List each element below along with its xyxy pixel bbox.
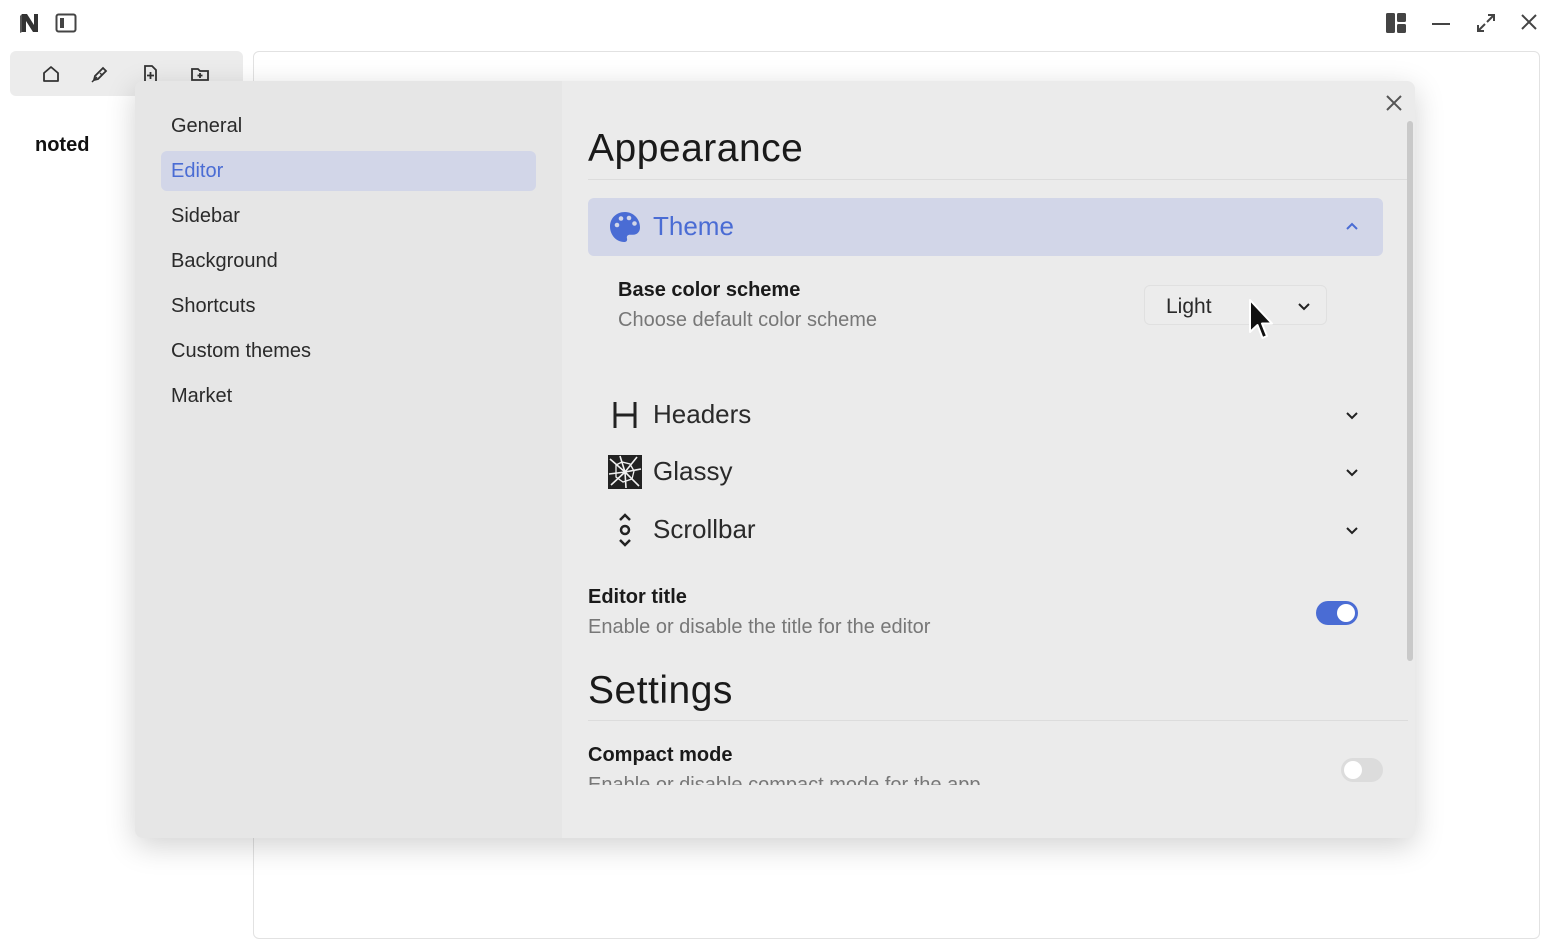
- chevron-down-icon: [1343, 463, 1361, 481]
- scrollbar-accordion[interactable]: Scrollbar: [588, 501, 1383, 559]
- settings-modal: General Editor Sidebar Background Shortc…: [135, 81, 1415, 838]
- theme-label: Theme: [653, 211, 734, 241]
- settings-scrollbar[interactable]: [1407, 121, 1413, 661]
- settings-heading: Settings: [588, 669, 733, 712]
- editor-title-title: Editor title: [588, 586, 687, 608]
- glassy-accordion[interactable]: Glassy: [588, 443, 1383, 501]
- base-color-scheme-description: Choose default color scheme: [618, 309, 878, 331]
- base-color-scheme-title: Base color scheme: [618, 279, 801, 301]
- nav-item-background[interactable]: Background: [161, 241, 536, 281]
- notion-n-icon[interactable]: [18, 11, 42, 35]
- compact-mode-toggle[interactable]: [1341, 758, 1383, 782]
- divider: [588, 179, 1408, 180]
- settings-content[interactable]: Appearance Theme Base color scheme Choos…: [562, 81, 1415, 785]
- chevron-down-icon: [1343, 406, 1361, 424]
- headers-accordion[interactable]: Headers: [588, 386, 1383, 444]
- chevron-down-icon: [1343, 521, 1361, 539]
- nav-item-custom-themes[interactable]: Custom themes: [161, 331, 536, 371]
- home-icon[interactable]: [38, 61, 64, 87]
- modal-close-button[interactable]: [1380, 89, 1408, 117]
- toggle-knob: [1344, 761, 1362, 779]
- glass-icon: [608, 455, 642, 489]
- edit-icon[interactable]: [87, 61, 113, 87]
- nav-item-shortcuts[interactable]: Shortcuts: [161, 286, 536, 326]
- palette-icon: [608, 210, 642, 244]
- color-scheme-select[interactable]: Light: [1144, 285, 1327, 325]
- headers-label: Headers: [653, 399, 752, 429]
- nav-item-market[interactable]: Market: [161, 376, 536, 416]
- color-scheme-value: Light: [1166, 295, 1212, 318]
- layout-icon[interactable]: [1383, 10, 1409, 36]
- maximize-icon[interactable]: [1473, 10, 1499, 36]
- compact-mode-title: Compact mode: [588, 744, 733, 766]
- scrollbar-label: Scrollbar: [653, 514, 756, 544]
- glassy-label: Glassy: [653, 456, 733, 486]
- editor-title-description: Enable or disable the title for the edit…: [588, 616, 931, 638]
- app-brand: noted: [35, 134, 90, 156]
- close-icon[interactable]: [1516, 9, 1542, 35]
- heading-icon: [608, 398, 642, 432]
- appearance-heading: Appearance: [588, 127, 804, 170]
- theme-accordion[interactable]: Theme: [588, 198, 1383, 256]
- minimize-icon[interactable]: [1428, 10, 1454, 36]
- nav-item-sidebar[interactable]: Sidebar: [161, 196, 536, 236]
- title-bar: [0, 0, 1549, 46]
- scrollbar-icon: [608, 513, 642, 547]
- toggle-knob: [1337, 604, 1355, 622]
- nav-item-general[interactable]: General: [161, 106, 536, 146]
- sidebar-toggle-icon[interactable]: [54, 11, 78, 35]
- chevron-down-icon: [1296, 298, 1312, 314]
- compact-mode-description: Enable or disable compact mode for the a…: [588, 774, 981, 785]
- nav-item-editor[interactable]: Editor: [161, 151, 536, 191]
- settings-nav: General Editor Sidebar Background Shortc…: [135, 81, 562, 838]
- editor-title-toggle[interactable]: [1316, 601, 1358, 625]
- chevron-up-icon: [1343, 218, 1361, 236]
- divider: [588, 720, 1408, 721]
